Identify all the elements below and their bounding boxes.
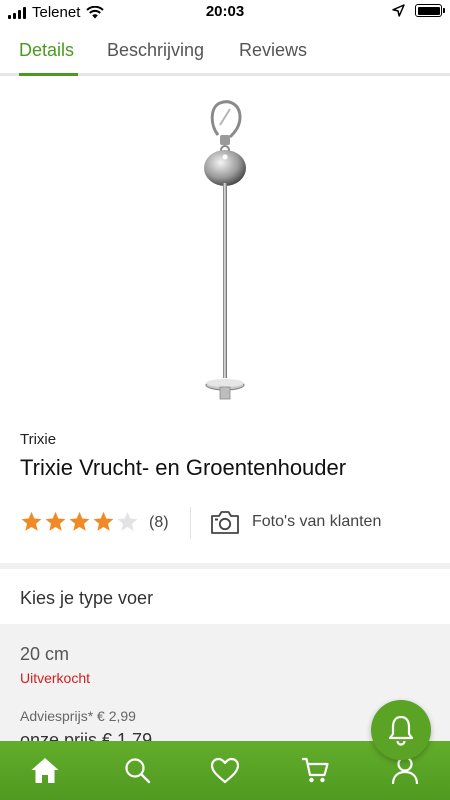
product-title: Trixie Vrucht- en Groentenhouder — [20, 455, 347, 480]
tab-beschrijving[interactable]: Beschrijving — [107, 40, 204, 61]
search-icon — [125, 758, 151, 784]
section-separator — [0, 563, 450, 569]
battery-icon — [415, 4, 445, 17]
rating-divider — [190, 507, 191, 539]
camera-icon — [211, 511, 239, 534]
nav-cart[interactable] — [300, 755, 330, 785]
bell-icon — [388, 715, 414, 746]
star-empty-icon — [117, 511, 138, 531]
star-filled-icon — [93, 511, 114, 531]
rating-stars[interactable] — [20, 510, 139, 533]
status-right — [392, 4, 445, 17]
product-image[interactable] — [180, 95, 270, 415]
customer-photos-button[interactable]: Foto's van klanten — [210, 509, 381, 535]
star-filled-icon — [45, 511, 66, 531]
status-time: 20:03 — [205, 3, 245, 20]
variant-section-title: Kies je type voer — [20, 588, 154, 608]
status-bar: Telenet 20:03 — [0, 0, 450, 26]
location-arrow-icon — [392, 4, 405, 17]
tab-details[interactable]: Details — [19, 40, 74, 61]
nav-search[interactable] — [122, 755, 152, 785]
notify-bell-button[interactable] — [371, 700, 431, 760]
tab-bar: Details Beschrijving Reviews — [0, 30, 450, 76]
review-count[interactable]: (8) — [149, 514, 169, 532]
home-icon — [31, 758, 59, 783]
active-tab-indicator — [19, 73, 78, 76]
cart-icon — [302, 757, 329, 783]
nav-favorites[interactable] — [210, 755, 240, 785]
heart-icon — [210, 757, 240, 783]
variant-advice-price: Adviesprijs* € 2,99 — [20, 708, 136, 724]
variant-stock-status: Uitverkocht — [20, 670, 91, 686]
nav-home[interactable] — [30, 755, 60, 785]
customer-photos-label: Foto's van klanten — [252, 513, 382, 530]
star-filled-icon — [21, 511, 42, 531]
product-brand[interactable]: Trixie — [20, 431, 56, 448]
rating-row: (8) Foto's van klanten — [20, 505, 440, 543]
star-filled-icon — [69, 511, 90, 531]
tab-reviews[interactable]: Reviews — [239, 40, 307, 61]
variant-size: 20 cm — [20, 644, 70, 664]
